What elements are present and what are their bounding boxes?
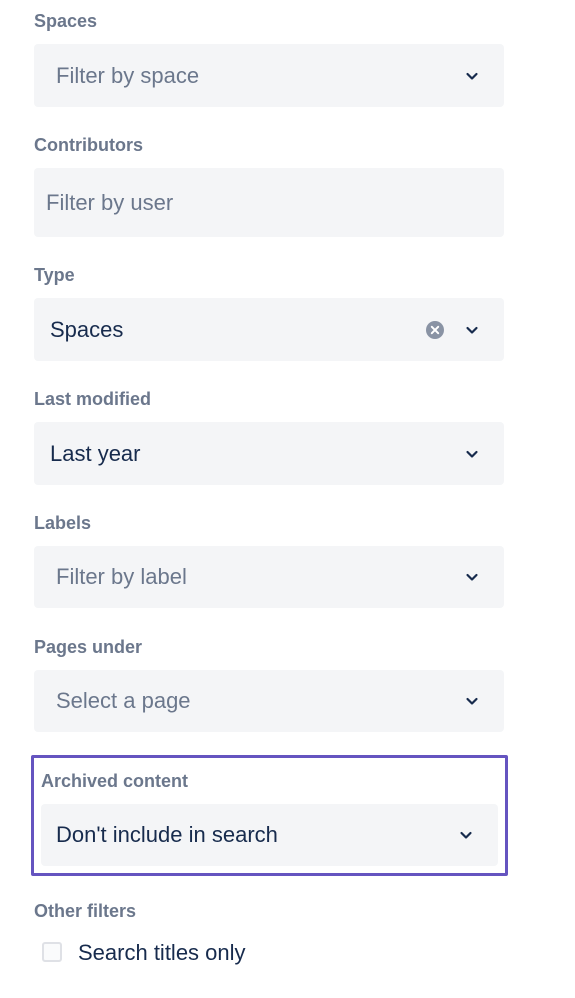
search-titles-only-checkbox[interactable] [42, 942, 62, 962]
chevron-down-icon[interactable] [464, 68, 480, 84]
contributors-label: Contributors [34, 135, 143, 155]
search-titles-only-label[interactable]: Search titles only [78, 940, 246, 966]
pages-under-placeholder: Select a page [56, 688, 191, 713]
contributors-placeholder: Filter by user [46, 189, 174, 215]
labels-select[interactable]: Filter by label [34, 546, 504, 608]
chevron-down-icon[interactable] [464, 446, 480, 462]
type-value: Spaces [50, 316, 124, 342]
type-label: Type [34, 265, 75, 285]
spaces-label: Spaces [34, 11, 98, 31]
archived-content-value: Don't include in search [56, 822, 278, 847]
labels-label: Labels [34, 513, 92, 533]
chevron-down-icon[interactable] [458, 827, 474, 843]
last-modified-value: Last year [50, 440, 141, 466]
labels-placeholder: Filter by label [56, 564, 187, 589]
clear-icon[interactable] [425, 320, 445, 340]
type-select[interactable]: Spaces [34, 298, 504, 361]
archived-content-select[interactable]: Don't include in search [41, 804, 498, 866]
contributors-input[interactable]: Filter by user [34, 168, 504, 237]
pages-under-select[interactable]: Select a page [34, 670, 504, 732]
spaces-select[interactable]: Filter by space [34, 44, 504, 107]
other-filters-label: Other filters [34, 901, 137, 921]
spaces-placeholder: Filter by space [56, 62, 200, 88]
chevron-down-icon[interactable] [464, 322, 480, 338]
last-modified-label: Last modified [34, 389, 152, 409]
last-modified-select[interactable]: Last year [34, 422, 504, 485]
chevron-down-icon[interactable] [464, 569, 480, 585]
pages-under-label: Pages under [34, 637, 143, 657]
archived-content-label: Archived content [41, 771, 189, 791]
chevron-down-icon[interactable] [464, 693, 480, 709]
